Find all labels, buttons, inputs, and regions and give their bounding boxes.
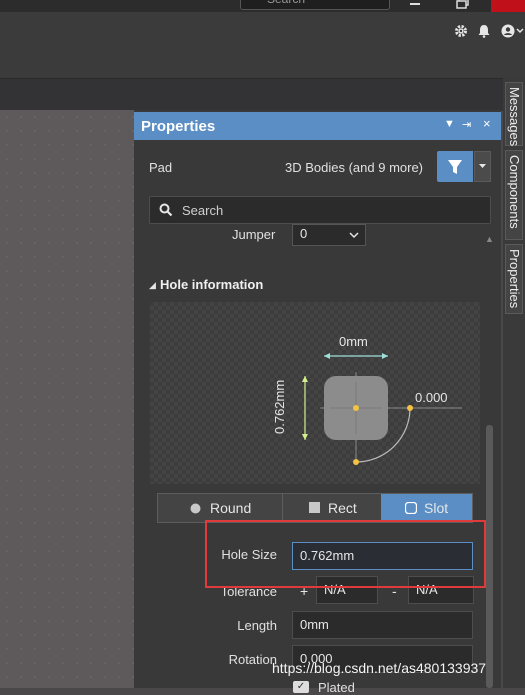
panel-title: Properties [141,118,216,135]
panel-menu-icon[interactable]: ▼ [444,118,455,130]
shape-round-label: Round [210,500,252,516]
shape-round-button[interactable]: Round [158,494,282,522]
highlight-box [205,520,486,588]
panel-scrollbar[interactable] [486,425,493,688]
toolbar [0,12,525,78]
pcb-canvas[interactable] [0,110,134,688]
length-input[interactable]: 0mm [292,611,473,639]
side-tab-properties-label: Properties [507,249,522,309]
search-icon [159,203,173,222]
global-search-input[interactable]: Search [240,0,390,10]
rotation-label: Rotation [228,652,277,667]
chevron-down-icon [349,232,359,239]
object-type-label: Pad [149,160,173,175]
jumper-label: Jumper [232,227,276,242]
side-tab-messages[interactable]: Messages [505,82,523,146]
scroll-up-icon[interactable]: ▲ [485,234,494,244]
shape-rect-label: Rect [328,500,357,516]
side-tab-properties[interactable]: Properties [505,244,523,314]
close-icon[interactable]: × [483,116,491,131]
shape-rect-button[interactable]: Rect [282,494,381,522]
jumper-value: 0 [300,226,308,241]
side-tab-components-label: Components [507,155,522,229]
search-placeholder: Search [182,203,224,218]
filter-summary: 3D Bodies (and 9 more) [285,160,424,175]
plated-checkbox[interactable]: ✓ [293,681,309,693]
filter-button[interactable] [437,151,473,182]
watermark: https://blog.csdn.net/as480133937 [272,660,487,676]
minimize-icon[interactable] [408,0,422,8]
shape-slot-label: Slot [424,500,449,516]
round-shape-icon [190,503,201,514]
pin-icon[interactable]: ⇥ [462,118,471,131]
gear-icon[interactable] [454,24,468,43]
chevron-down-icon [479,164,486,168]
document-tab-bar [0,78,525,111]
close-window-button[interactable] [491,0,525,12]
funnel-icon [448,160,462,174]
hole-rotation-dimension: 0.000 [415,390,448,405]
hole-width-dimension: 0mm [339,334,368,349]
collapse-triangle-icon[interactable]: ◢ [149,280,156,291]
bell-icon[interactable] [477,24,491,43]
length-label: Length [237,618,277,633]
hole-info-section-title: Hole information [160,277,264,292]
jumper-select[interactable]: 0 [292,224,366,246]
side-tab-components[interactable]: Components [505,150,523,240]
filter-dropdown-button[interactable] [474,151,491,182]
slot-shape-icon [405,502,417,514]
rect-shape-icon [309,502,320,513]
user-account-icon[interactable] [501,24,525,43]
shape-slot-button[interactable]: Slot [381,494,472,522]
restore-icon[interactable] [456,0,470,9]
side-tab-messages-label: Messages [507,87,522,147]
hole-height-dimension: 0.762mm [272,379,287,434]
